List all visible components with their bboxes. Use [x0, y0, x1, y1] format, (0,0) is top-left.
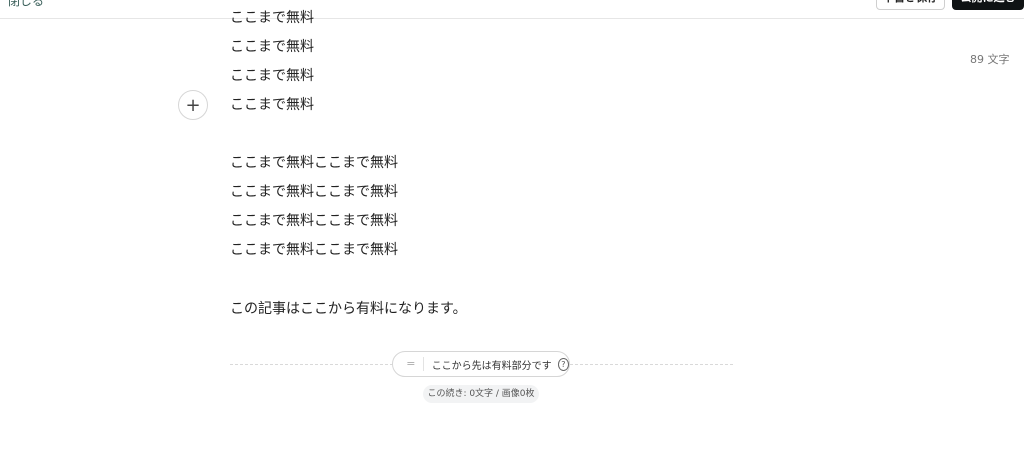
text-line[interactable]: ここまで無料: [230, 66, 314, 86]
publish-button[interactable]: 公開に進む: [952, 0, 1024, 10]
question-circle-icon[interactable]: ?: [557, 357, 569, 371]
text-line[interactable]: ここまで無料: [230, 37, 314, 57]
remaining-content-badge: この続き: 0文字 / 画像0枚: [423, 385, 539, 403]
paywall-divider-right: [570, 364, 733, 365]
text-line[interactable]: ここまで無料ここまで無料: [230, 240, 398, 260]
text-line[interactable]: ここまで無料ここまで無料: [230, 153, 398, 173]
text-line[interactable]: ここまで無料: [230, 8, 314, 28]
top-bar: 閉じる 下書き保存 公開に進む: [0, 0, 1024, 19]
plus-icon: +: [185, 94, 201, 116]
text-line[interactable]: ここまで無料ここまで無料: [230, 211, 398, 231]
paywall-divider-left: [230, 364, 393, 365]
text-line[interactable]: この記事はここから有料になります。: [230, 299, 467, 319]
char-count: 89 文字: [970, 53, 1010, 66]
editor-page: 閉じる 下書き保存 公開に進む 89 文字 + ここまで無料 ここまで無料 ここ…: [0, 0, 1024, 471]
text-line[interactable]: ここまで無料ここまで無料: [230, 182, 398, 202]
close-link[interactable]: 閉じる: [8, 0, 44, 9]
text-line[interactable]: ここまで無料: [230, 95, 314, 115]
paywall-label: ここから先は有料部分です: [431, 360, 552, 372]
drag-handle-icon[interactable]: =: [399, 357, 424, 371]
save-draft-button[interactable]: 下書き保存: [876, 0, 945, 10]
add-block-button[interactable]: +: [178, 90, 208, 120]
paywall-line[interactable]: = ここから先は有料部分です ?: [392, 351, 570, 377]
